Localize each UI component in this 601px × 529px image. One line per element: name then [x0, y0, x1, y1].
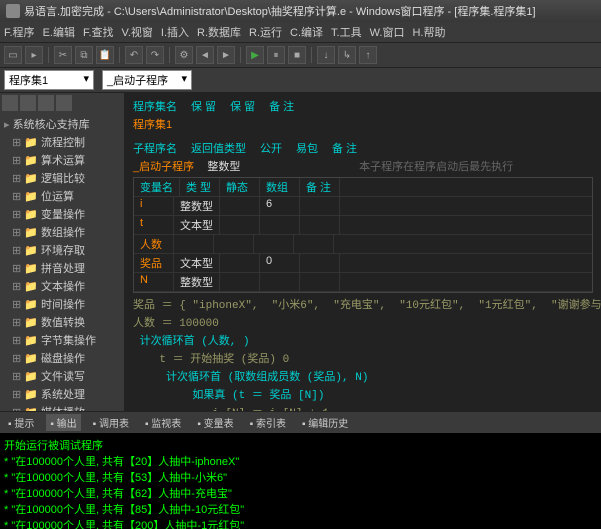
code-line[interactable]: i [N] ＝ i [N] + 1: [129, 403, 597, 411]
pause-icon[interactable]: ⏸: [267, 46, 285, 64]
menu-item[interactable]: E.编辑: [43, 24, 75, 40]
code-line[interactable]: t ＝ 开始抽奖 (奖品) 0: [129, 349, 597, 367]
code-line[interactable]: 如果真 (t ＝ 奖品 [N]): [129, 385, 597, 403]
undo-icon[interactable]: ↶: [125, 46, 143, 64]
code-line[interactable]: 计次循环首 (取数组成员数 (奖品), N): [129, 367, 597, 385]
prev-icon[interactable]: ◄: [196, 46, 214, 64]
next-icon[interactable]: ►: [217, 46, 235, 64]
output-tab[interactable]: ▪ 监视表: [141, 414, 185, 431]
copy-icon[interactable]: ⧉: [75, 46, 93, 64]
sidebar: 系统核心支持库📁 流程控制📁 算术运算📁 逻辑比较📁 位运算📁 变量操作📁 数组…: [0, 93, 125, 411]
menu-item[interactable]: H.帮助: [412, 24, 445, 40]
output-tab[interactable]: ▪ 提示: [4, 414, 38, 431]
cut-icon[interactable]: ✂: [54, 46, 72, 64]
open-icon[interactable]: ▸: [25, 46, 43, 64]
redo-icon[interactable]: ↷: [146, 46, 164, 64]
step3-icon[interactable]: ↑: [359, 46, 377, 64]
sub-name: _启动子程序: [133, 161, 194, 173]
toolbar: ▭ ▸ ✂ ⧉ 📋 ↶ ↷ ⚙ ◄ ► ▶ ⏸ ■ ↓ ↳ ↑: [0, 43, 601, 68]
step2-icon[interactable]: ↳: [338, 46, 356, 64]
tree-item[interactable]: 📁 文件读写: [2, 367, 122, 385]
sidetab-3[interactable]: [38, 95, 54, 111]
menu-item[interactable]: R.数据库: [197, 24, 241, 40]
tree-item[interactable]: 📁 字节集操作: [2, 331, 122, 349]
menu-item[interactable]: V.视窗: [122, 24, 153, 40]
dropdown-bar: 程序集1▾ _启动子程序▾: [0, 68, 601, 93]
menu-item[interactable]: I.插入: [161, 24, 189, 40]
output-tabs: ▪ 提示 ▪ 输出 ▪ 调用表 ▪ 监视表 ▪ 变量表 ▪ 索引表 ▪ 编辑历史: [0, 411, 601, 433]
output-panel[interactable]: 开始运行被调试程序* "在100000个人里, 共有【20】人抽中-iphone…: [0, 433, 601, 529]
var-row[interactable]: 奖品文本型0: [134, 254, 592, 273]
output-line: * "在100000个人里, 共有【53】人抽中-小米6": [4, 469, 597, 485]
subprogram-dropdown[interactable]: _启动子程序▾: [102, 70, 192, 90]
app-icon: [6, 4, 20, 18]
output-line: * "在100000个人里, 共有【85】人抽中-10元红包": [4, 501, 597, 517]
tree-item[interactable]: 📁 位运算: [2, 187, 122, 205]
tree-item[interactable]: 📁 算术运算: [2, 151, 122, 169]
sidetab-2[interactable]: [20, 95, 36, 111]
tree-item[interactable]: 📁 拼音处理: [2, 259, 122, 277]
output-tab[interactable]: ▪ 索引表: [246, 414, 290, 431]
tree-item[interactable]: 📁 时间操作: [2, 295, 122, 313]
output-tab[interactable]: ▪ 输出: [46, 414, 80, 431]
tree-item[interactable]: 📁 文本操作: [2, 277, 122, 295]
paste-icon[interactable]: 📋: [96, 46, 114, 64]
tree-item[interactable]: 📁 逻辑比较: [2, 169, 122, 187]
output-line: * "在100000个人里, 共有【200】人抽中-1元红包": [4, 517, 597, 529]
tree-item[interactable]: 📁 环境存取: [2, 241, 122, 259]
menu-item[interactable]: T.工具: [331, 24, 362, 40]
var-row[interactable]: N整数型: [134, 273, 592, 292]
menu-item[interactable]: F.程序: [4, 24, 35, 40]
output-line: * "在100000个人里, 共有【20】人抽中-iphoneX": [4, 453, 597, 469]
library-tree: 系统核心支持库📁 流程控制📁 算术运算📁 逻辑比较📁 位运算📁 变量操作📁 数组…: [0, 113, 124, 411]
tree-item[interactable]: 📁 变量操作: [2, 205, 122, 223]
tool-icon[interactable]: ⚙: [175, 46, 193, 64]
output-line: 开始运行被调试程序: [4, 437, 597, 453]
tree-item[interactable]: 📁 磁盘操作: [2, 349, 122, 367]
tree-item[interactable]: 📁 流程控制: [2, 133, 122, 151]
output-tab[interactable]: ▪ 调用表: [89, 414, 133, 431]
variable-table: 变量名类 型静态数组备 注 i整数型6t文本型人数奖品文本型0N整数型: [133, 177, 593, 293]
sidetab-1[interactable]: [2, 95, 18, 111]
code-line[interactable]: 计次循环首 (人数, ): [129, 331, 597, 349]
assembly-dropdown[interactable]: 程序集1▾: [4, 70, 94, 90]
var-row[interactable]: i整数型6: [134, 197, 592, 216]
step-icon[interactable]: ↓: [317, 46, 335, 64]
menubar: F.程序 E.编辑 F.查找 V.视窗 I.插入 R.数据库 R.运行 C.编译 T.工具 W.窗…: [0, 22, 601, 43]
output-line: * "在100000个人里, 共有【62】人抽中-充电宝": [4, 485, 597, 501]
output-tab[interactable]: ▪ 变量表: [193, 414, 237, 431]
code-editor[interactable]: 程序集名保 留保 留备 注 程序集1 子程序名返回值类型公开易包备 注 _启动子…: [125, 93, 601, 411]
menu-item[interactable]: F.查找: [83, 24, 114, 40]
tree-item[interactable]: 📁 系统处理: [2, 385, 122, 403]
code-line[interactable]: 人数 ＝ 100000: [129, 313, 597, 331]
menu-item[interactable]: R.运行: [249, 24, 282, 40]
sidetab-4[interactable]: [56, 95, 72, 111]
var-row[interactable]: 人数: [134, 235, 592, 254]
stop-icon[interactable]: ■: [288, 46, 306, 64]
menu-item[interactable]: W.窗口: [370, 24, 405, 40]
var-row[interactable]: t文本型: [134, 216, 592, 235]
tree-item[interactable]: 📁 数值转换: [2, 313, 122, 331]
menu-item[interactable]: C.编译: [290, 24, 323, 40]
code-line[interactable]: 奖品 ＝ { "iphoneX", "小米6", "充电宝", "10元红包",…: [129, 295, 597, 313]
tree-root[interactable]: 系统核心支持库: [2, 115, 122, 133]
tree-item[interactable]: 📁 数组操作: [2, 223, 122, 241]
assembly-name: 程序集1: [133, 119, 172, 131]
new-icon[interactable]: ▭: [4, 46, 22, 64]
title-text: 易语言.加密完成 - C:\Users\Administrator\Deskto…: [24, 3, 536, 19]
titlebar: 易语言.加密完成 - C:\Users\Administrator\Deskto…: [0, 0, 601, 22]
run-icon[interactable]: ▶: [246, 46, 264, 64]
tree-item[interactable]: 📁 媒体播放: [2, 403, 122, 411]
output-tab[interactable]: ▪ 编辑历史: [298, 414, 352, 431]
